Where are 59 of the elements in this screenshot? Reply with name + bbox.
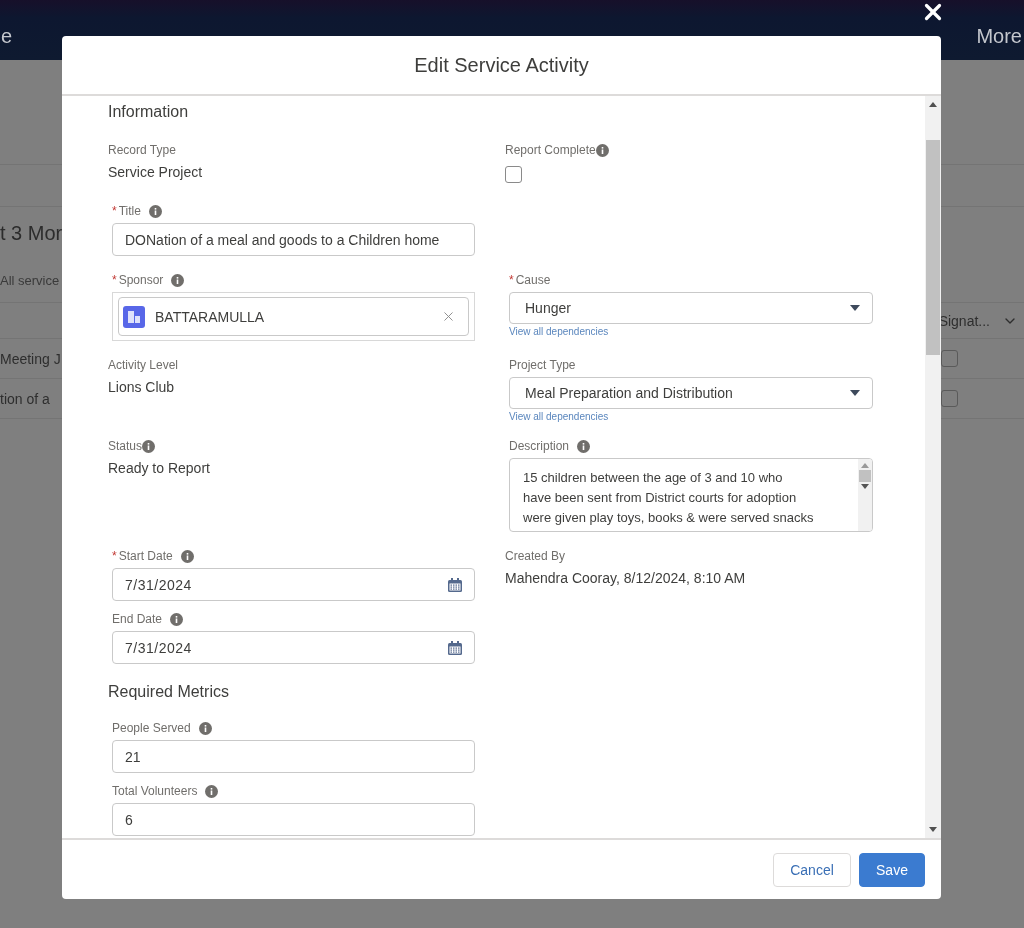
field-label: People Served (112, 721, 191, 735)
text-field[interactable]: 21 (112, 740, 475, 773)
required-marker: * (112, 273, 117, 287)
field-label: Activity Level (108, 358, 179, 372)
field-label: * Start Date (112, 549, 173, 563)
text-field[interactable]: 6 (112, 803, 475, 836)
scroll-up-icon[interactable] (929, 102, 937, 107)
section-title: Information (108, 102, 190, 122)
field-label: * Title (112, 204, 141, 218)
field-label: End Date (112, 612, 163, 626)
calendar-icon[interactable] (448, 640, 462, 655)
date-field[interactable]: 7/31/2024 (112, 568, 475, 601)
scroll-thumb[interactable] (859, 470, 871, 482)
required-marker: * (112, 204, 117, 218)
field-label: Total Volunteers (112, 784, 198, 798)
field-label: Created By (505, 549, 566, 563)
field-value: Mahendra Cooray, 8/12/2024, 8:10 AM (505, 570, 746, 586)
dropdown-caret-icon (850, 305, 860, 311)
required-marker: * (509, 273, 514, 287)
nav-item[interactable]: More (976, 24, 1022, 48)
text-field[interactable]: DONation of a meal and goods to a Children home (112, 223, 475, 256)
clear-icon[interactable] (441, 309, 456, 324)
picklist-field[interactable]: Meal Preparation and Distribution (509, 377, 873, 409)
dropdown-caret-icon (850, 390, 860, 396)
field-label: * Sponsor (112, 273, 164, 287)
date-field[interactable]: 7/31/2024 (112, 631, 475, 664)
dependencies-link[interactable]: View all dependencies (509, 326, 609, 337)
save-button[interactable]: Save (859, 852, 925, 887)
table-cell: Meeting J (0, 350, 61, 367)
scrollbar[interactable] (925, 96, 941, 838)
picklist-field[interactable]: Hunger (509, 292, 873, 324)
list-subtitle: All service (0, 273, 60, 288)
dialog-title: Edit Service Activity (414, 53, 589, 77)
pill-label: BATTARAMULLA (155, 308, 266, 325)
field-label: Status (108, 439, 143, 453)
selected-pill[interactable]: BATTARAMULLA (118, 297, 469, 336)
checkbox[interactable] (505, 166, 522, 183)
dependencies-link[interactable]: View all dependencies (509, 411, 609, 422)
field-label: * Cause (509, 273, 551, 287)
scroll-down-icon[interactable] (861, 484, 869, 489)
field-label: Project Type (509, 358, 576, 372)
field-label: Report Complete (505, 143, 596, 157)
field-label: Record Type (108, 143, 176, 157)
field-value: Ready to Report (108, 460, 210, 476)
required-marker: * (112, 549, 117, 563)
description-field[interactable]: 15 children between the age of 3 and 10 who have been sent from District courts for adoption were given play toys, books & were served snacks (509, 458, 873, 532)
nav-item[interactable]: e (1, 24, 13, 48)
account-icon (123, 305, 145, 328)
field-value: Service Project (108, 164, 203, 180)
calendar-icon[interactable] (448, 577, 462, 592)
field-label: Description (509, 439, 570, 453)
list-heading: t 3 Mor (0, 221, 63, 245)
field-value: Lions Club (108, 379, 175, 395)
table-cell: tion of a (0, 390, 50, 407)
scroll-down-icon[interactable] (929, 827, 937, 832)
cancel-button[interactable]: Cancel (773, 852, 851, 887)
column-header[interactable]: Signat... (938, 312, 990, 329)
section-title: Required Metrics (108, 682, 230, 702)
lookup-field[interactable]: BATTARAMULLA (112, 292, 475, 341)
